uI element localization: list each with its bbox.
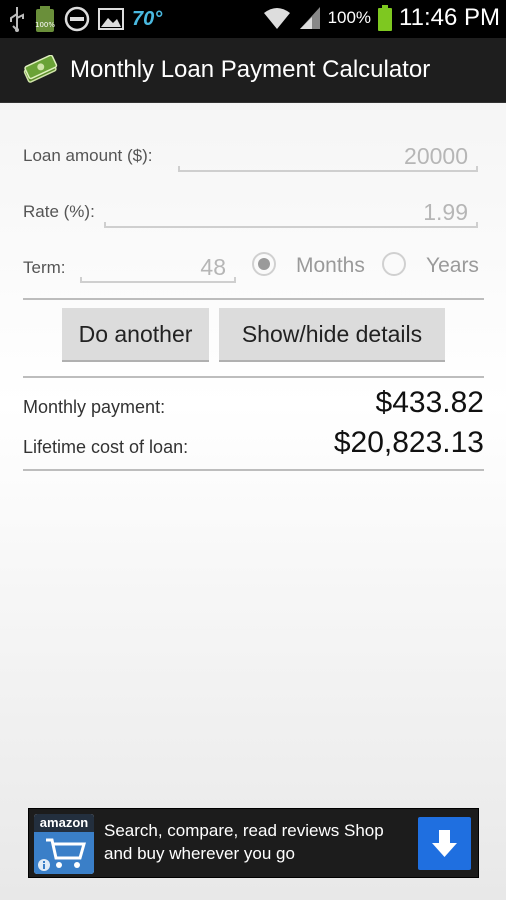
divider-middle	[23, 376, 484, 378]
do-another-button[interactable]: Do another	[62, 308, 209, 362]
download-arrow-icon	[432, 830, 457, 857]
battery-percent-text: 100%	[327, 8, 372, 27]
status-right-icons: 100% 11:46 PM	[262, 4, 500, 32]
term-input[interactable]: 48	[80, 251, 236, 283]
svg-text:100%: 100%	[35, 21, 55, 29]
amazon-logo-text: amazon	[34, 814, 94, 832]
status-bar: 100% 70° 100% 11:46 PM	[0, 0, 506, 38]
info-icon[interactable]	[37, 858, 51, 872]
download-button[interactable]	[418, 817, 471, 870]
gallery-icon	[98, 8, 124, 30]
money-icon[interactable]	[22, 55, 58, 85]
ad-banner[interactable]: amazon Search, compare, read reviews Sho…	[28, 808, 479, 878]
clock-text: 11:46 PM	[399, 4, 500, 31]
signal-icon	[299, 7, 320, 29]
years-radio[interactable]	[382, 252, 406, 276]
divider-top	[23, 298, 484, 300]
divider-bottom	[23, 469, 484, 471]
months-radio-label[interactable]: Months	[296, 254, 365, 278]
app-title: Monthly Loan Payment Calculator	[70, 56, 431, 83]
status-left-icons: 100% 70°	[8, 5, 162, 33]
monthly-payment-value: $433.82	[375, 386, 484, 419]
lifetime-cost-value: $20,823.13	[333, 426, 484, 459]
loan-amount-input[interactable]: 20000	[178, 140, 478, 172]
lifetime-cost-label: Lifetime cost of loan:	[23, 437, 189, 457]
loan-amount-label: Loan amount ($):	[23, 146, 153, 165]
do-not-disturb-icon	[64, 6, 90, 32]
action-bar: Monthly Loan Payment Calculator	[0, 38, 506, 103]
show-hide-details-button[interactable]: Show/hide details	[219, 308, 445, 362]
monthly-payment-label: Monthly payment:	[23, 397, 166, 417]
years-radio-label[interactable]: Years	[426, 254, 479, 278]
battery-icon	[378, 5, 393, 31]
months-radio[interactable]	[252, 252, 276, 276]
term-label: Term:	[23, 258, 66, 277]
amazon-logo[interactable]: amazon	[34, 814, 94, 874]
wifi-icon	[263, 8, 290, 29]
ad-text[interactable]: Search, compare, read reviews Shop and b…	[104, 819, 414, 865]
usb-icon	[10, 7, 24, 32]
battery-app-icon: 100%	[35, 6, 55, 32]
rate-label: Rate (%):	[23, 202, 95, 221]
rate-input[interactable]: 1.99	[104, 196, 478, 228]
temperature-text: 70°	[132, 7, 163, 30]
